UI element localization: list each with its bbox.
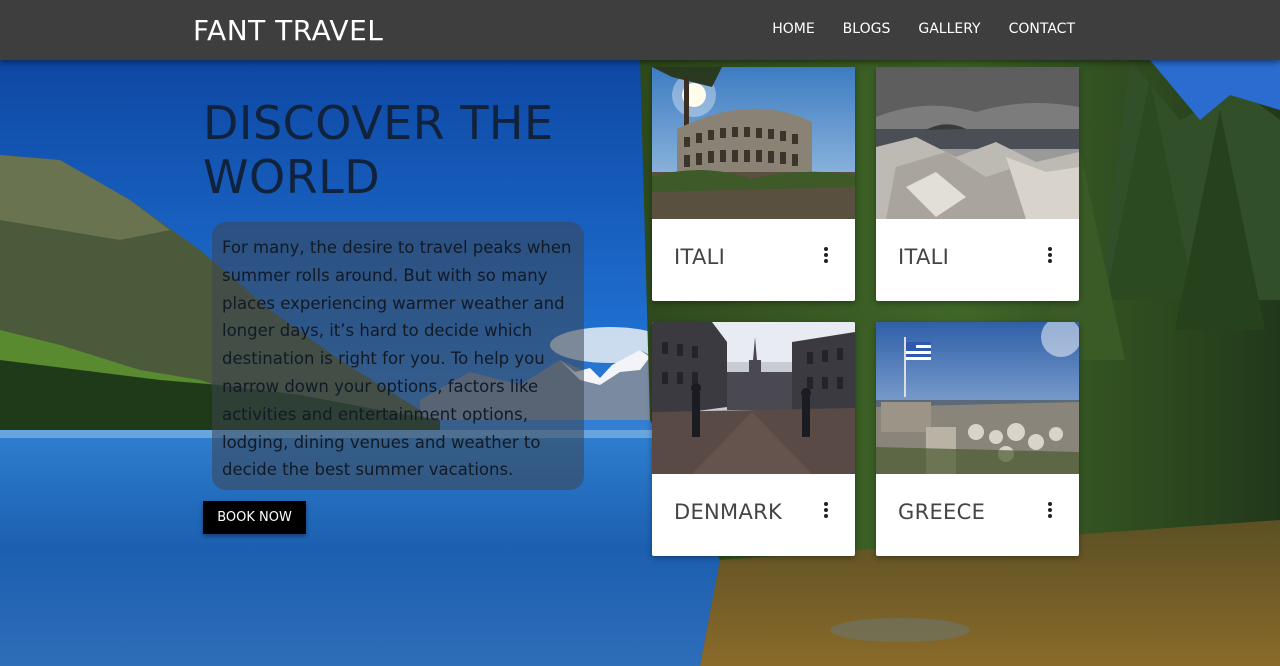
hero-text-box: For many, the desire to travel peaks whe…: [212, 222, 584, 490]
more-vert-icon[interactable]: [1043, 243, 1057, 267]
top-navbar: FANT TRAVEL HOME BLOGS GALLERY CONTACT: [0, 0, 1280, 60]
card-title: GREECE: [898, 500, 986, 524]
destination-card[interactable]: DENMARK: [652, 322, 855, 556]
nav-gallery-link[interactable]: GALLERY: [918, 21, 980, 37]
nav-links: HOME BLOGS GALLERY CONTACT: [772, 21, 1075, 37]
destination-card[interactable]: GREECE: [876, 322, 1079, 556]
card-title: ITALI: [898, 245, 950, 269]
card-title: ITALI: [674, 245, 726, 269]
card-image-rocky-coast: [876, 67, 1079, 219]
card-image-palace-square: [652, 322, 855, 474]
card-title: DENMARK: [674, 500, 783, 524]
more-vert-icon[interactable]: [819, 243, 833, 267]
hero-title: DISCOVER THE WORLD: [203, 96, 554, 204]
card-image-colosseum: [652, 67, 855, 219]
card-image-ruins-flag: [876, 322, 1079, 474]
destination-card[interactable]: ITALI: [876, 67, 1079, 301]
background-landscape: [0, 0, 1280, 666]
nav-blogs-link[interactable]: BLOGS: [843, 21, 891, 37]
brand-logo[interactable]: FANT TRAVEL: [193, 14, 383, 47]
nav-contact-link[interactable]: CONTACT: [1009, 21, 1075, 37]
hero-description: For many, the desire to travel peaks whe…: [222, 238, 572, 480]
more-vert-icon[interactable]: [1043, 498, 1057, 522]
destination-card[interactable]: ITALI: [652, 67, 855, 301]
book-now-button[interactable]: BOOK NOW: [203, 501, 306, 534]
nav-home-link[interactable]: HOME: [772, 21, 814, 37]
more-vert-icon[interactable]: [819, 498, 833, 522]
